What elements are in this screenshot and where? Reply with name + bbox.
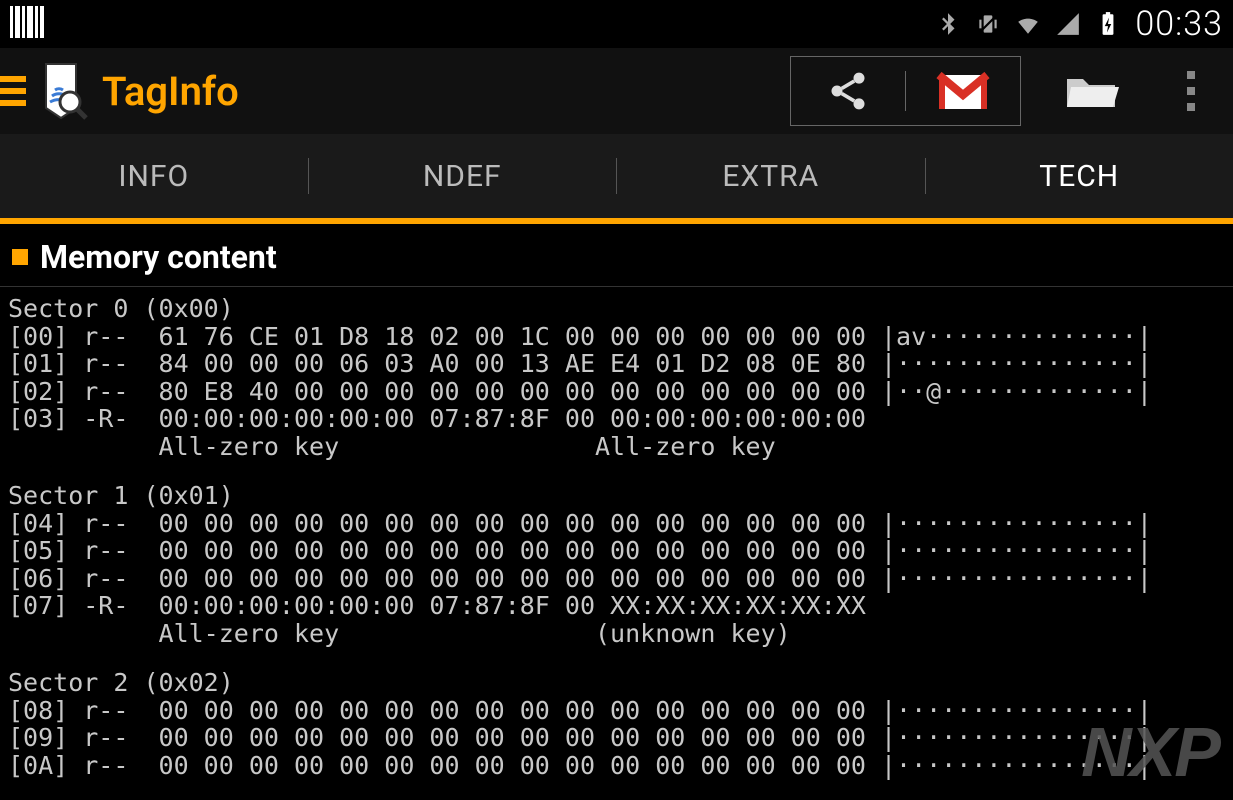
section-header: Memory content (0, 224, 1233, 287)
app-title: TagInfo (102, 68, 790, 115)
memory-row: [03] -R- 00:00:00:00:00:00 07:87:8F 00 0… (8, 405, 1225, 433)
app-icon (32, 62, 90, 120)
sector-label: Sector 1 (0x01) (8, 482, 1225, 510)
signal-icon (1055, 11, 1081, 37)
memory-dump[interactable]: Sector 0 (0x00)[00] r-- 61 76 CE 01 D8 1… (0, 287, 1233, 779)
memory-row: [04] r-- 00 00 00 00 00 00 00 00 00 00 0… (8, 510, 1225, 538)
status-clock: 00:33 (1135, 4, 1223, 44)
hamburger-menu-button[interactable] (0, 61, 26, 121)
vibrate-icon (975, 11, 1001, 37)
trailer-note: All-zero key All-zero key (8, 433, 1225, 461)
memory-row: [05] r-- 00 00 00 00 00 00 00 00 00 00 0… (8, 537, 1225, 565)
overflow-menu-button[interactable] (1171, 71, 1211, 111)
tab-label: INFO (118, 159, 189, 194)
memory-row: [09] r-- 00 00 00 00 00 00 00 00 00 00 0… (8, 724, 1225, 752)
tab-label: TECH (1039, 159, 1119, 194)
section-title: Memory content (40, 238, 277, 276)
memory-row: [01] r-- 84 00 00 00 06 03 A0 00 13 AE E… (8, 350, 1225, 378)
wifi-icon (1015, 11, 1041, 37)
action-group (790, 56, 1021, 126)
memory-row: [06] r-- 00 00 00 00 00 00 00 00 00 00 0… (8, 565, 1225, 593)
battery-charging-icon (1095, 11, 1121, 37)
status-bar: 00:33 (0, 0, 1233, 48)
bullet-icon (12, 249, 28, 265)
memory-row: [00] r-- 61 76 CE 01 D8 18 02 00 1C 00 0… (8, 323, 1225, 351)
tab-info[interactable]: INFO (0, 134, 308, 218)
action-bar: TagInfo (0, 48, 1233, 134)
barcode-icon (10, 6, 44, 42)
tab-ndef[interactable]: NDEF (309, 134, 617, 218)
trailer-note: All-zero key (unknown key) (8, 620, 1225, 648)
memory-row: [02] r-- 80 E8 40 00 00 00 00 00 00 00 0… (8, 378, 1225, 406)
tab-label: EXTRA (722, 159, 819, 194)
tab-tech[interactable]: TECH (926, 134, 1233, 218)
sector-label: Sector 0 (0x00) (8, 295, 1225, 323)
tab-label: NDEF (423, 159, 502, 194)
bluetooth-icon (935, 11, 961, 37)
gmail-button[interactable] (906, 57, 1020, 125)
memory-row: [07] -R- 00:00:00:00:00:00 07:87:8F 00 X… (8, 592, 1225, 620)
memory-row: [0A] r-- 00 00 00 00 00 00 00 00 00 00 0… (8, 752, 1225, 780)
sector-label: Sector 2 (0x02) (8, 669, 1225, 697)
memory-row: [08] r-- 00 00 00 00 00 00 00 00 00 00 0… (8, 697, 1225, 725)
open-folder-button[interactable] (1051, 69, 1131, 113)
tab-bar: INFO NDEF EXTRA TECH (0, 134, 1233, 224)
share-button[interactable] (791, 57, 905, 125)
tab-extra[interactable]: EXTRA (617, 134, 925, 218)
